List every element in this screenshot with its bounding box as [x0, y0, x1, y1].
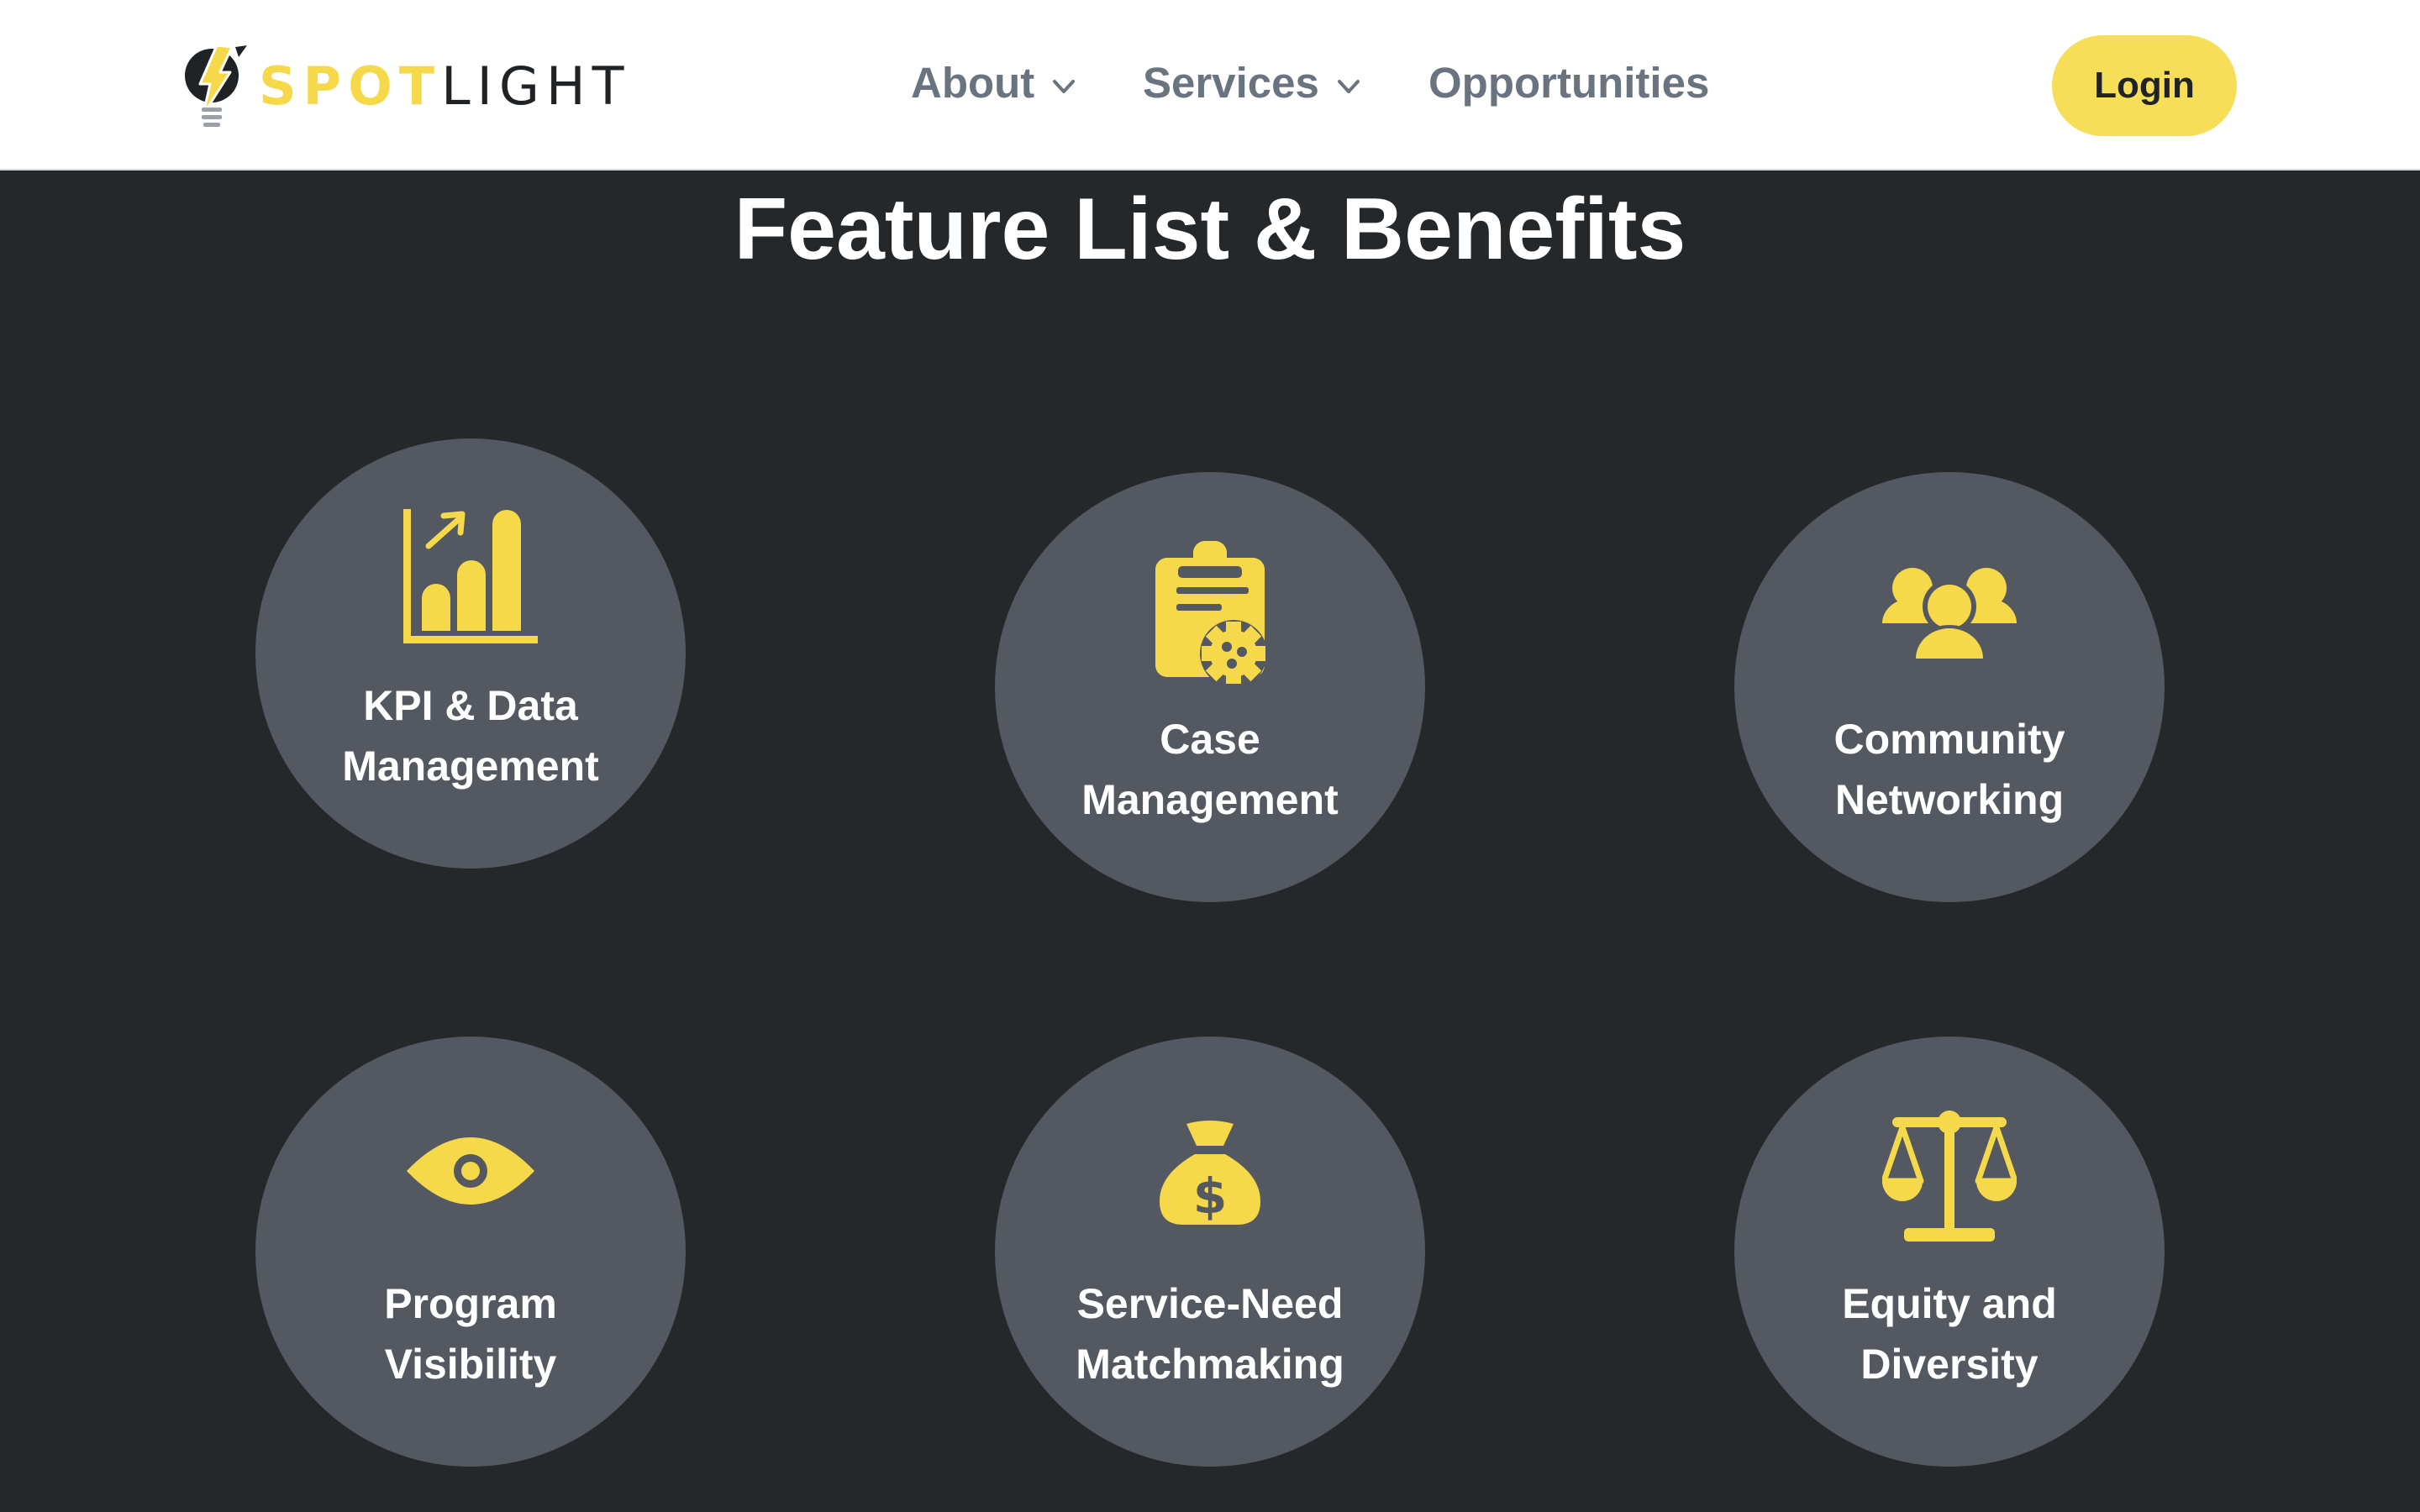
nav-services-link[interactable]: Services — [1143, 58, 1361, 108]
feature-label-line2: Management — [1081, 776, 1339, 823]
balance-scale-icon — [1882, 1110, 2017, 1242]
feature-label-line2: Visibility — [384, 1341, 557, 1388]
feature-case-management: Case Management — [995, 472, 1425, 902]
nav-about-link[interactable]: About — [911, 58, 1076, 108]
feature-community-networking: Community Networking — [1734, 472, 2165, 902]
feature-label: Service-Need Matchmaking — [1012, 1273, 1408, 1394]
feature-label-line1: Community — [1833, 716, 2065, 763]
logo-text-spot: SPOT — [259, 55, 442, 117]
logo-wordmark: SPOTLIGHT — [259, 60, 630, 113]
feature-label-line1: KPI & Data — [363, 682, 578, 729]
feature-equity-diversity: Equity and Diversity — [1734, 1037, 2165, 1467]
feature-label-line1: Service-Need — [1076, 1280, 1344, 1327]
section-title: Feature List & Benefits — [734, 181, 1686, 278]
eye-icon — [407, 1137, 534, 1205]
users-group-icon — [1882, 568, 2017, 660]
nav-about-label: About — [911, 58, 1035, 107]
feature-label-line2: Diversity — [1860, 1341, 2039, 1388]
nav-about[interactable]: About — [911, 49, 1076, 116]
clipboard-gear-icon — [1155, 541, 1267, 684]
feature-label: Case Management — [1012, 709, 1408, 830]
nav-services-label: Services — [1143, 58, 1319, 107]
feature-label-line2: Matchmaking — [1076, 1341, 1344, 1388]
nav-opportunities-link[interactable]: Opportunities — [1428, 58, 1709, 108]
feature-service-need-matchmaking: $ Service-Need Matchmaking — [995, 1037, 1425, 1467]
logo-text-light: LIGHT — [441, 55, 631, 117]
feature-label-line1: Equity and — [1842, 1280, 2057, 1327]
money-bag-icon: $ — [1160, 1121, 1260, 1225]
feature-label-line2: Networking — [1834, 776, 2065, 823]
svg-text:$: $ — [1193, 1168, 1227, 1225]
feature-kpi-data-management: KPI & Data Management — [255, 438, 686, 869]
lightbulb-bolt-icon — [185, 44, 247, 127]
chevron-down-icon — [1337, 80, 1360, 93]
login-button[interactable]: Login — [2052, 35, 2237, 136]
feature-label: KPI & Data Management — [272, 675, 669, 796]
feature-program-visibility: Program Visibility — [255, 1037, 686, 1467]
feature-label-line1: Case — [1160, 716, 1260, 763]
bar-chart-growth-icon — [403, 509, 538, 643]
feature-label: Program Visibility — [272, 1273, 669, 1394]
spotlight-logo[interactable]: SPOTLIGHT — [183, 42, 623, 131]
nav-services[interactable]: Services — [1143, 49, 1361, 116]
site-header: SPOTLIGHT About Services Opportunities L… — [0, 0, 2420, 171]
chevron-down-icon — [1053, 80, 1076, 93]
nav-opportunities-label: Opportunities — [1428, 58, 1710, 107]
feature-label-line1: Program — [384, 1280, 557, 1327]
feature-label: Community Networking — [1751, 709, 2148, 830]
feature-label-line2: Management — [342, 743, 599, 790]
feature-label: Equity and Diversity — [1751, 1273, 2148, 1394]
nav-opportunities[interactable]: Opportunities — [1428, 49, 1709, 116]
